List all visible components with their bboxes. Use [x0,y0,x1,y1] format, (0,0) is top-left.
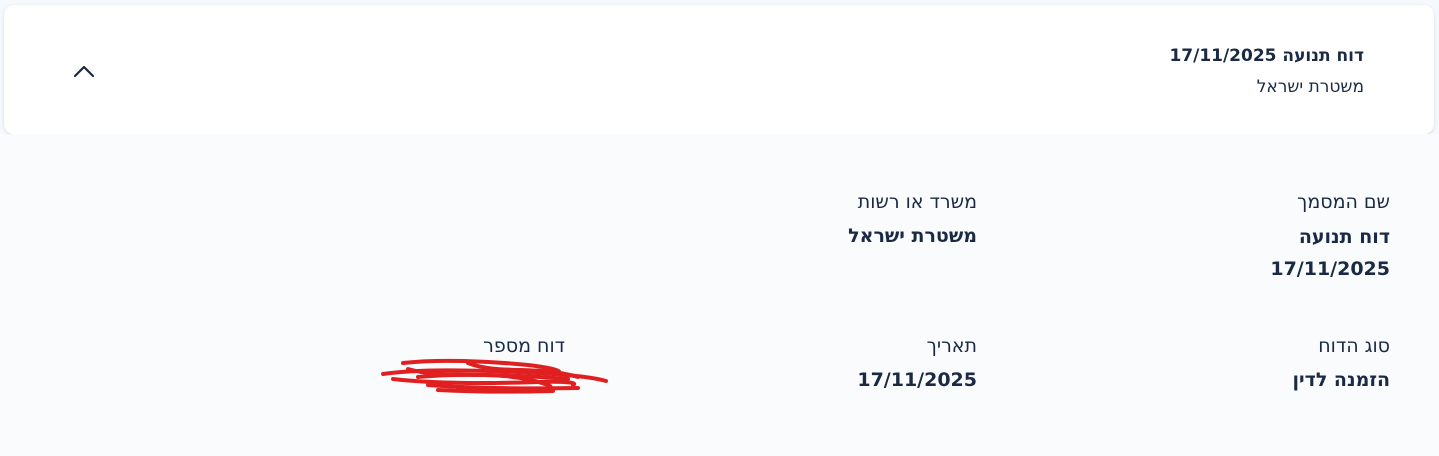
document-subtitle: משטרת ישראל [1256,77,1364,97]
field-label: שם המסמך [1297,191,1390,213]
chevron-up-icon [73,65,95,78]
field-label: תאריך [926,335,977,357]
field-date: תאריך 17/11/2025 [857,335,977,396]
field-label: דוח מספר [483,335,565,357]
field-value: 17/11/2025 [857,369,977,391]
document-details-panel: שם המסמך דוח תנועה 17/11/2025 משרד או רש… [0,134,1439,456]
field-value-line: דוח תנועה [1298,226,1390,248]
field-value-line: 17/11/2025 [1270,258,1390,280]
field-document-name: שם המסמך דוח תנועה 17/11/2025 [1270,191,1390,285]
page: דוח תנועה 17/11/2025 משטרת ישראל שם המסמ… [0,0,1439,456]
collapse-button[interactable] [64,53,104,89]
field-value: דוח תנועה 17/11/2025 [1270,221,1390,285]
document-title: דוח תנועה 17/11/2025 [1169,46,1364,66]
field-value: משטרת ישראל [848,225,977,247]
redaction-scribble [381,358,608,394]
field-value: הזמנה לדין [1292,369,1390,391]
field-office: משרד או רשות משטרת ישראל [848,191,977,252]
field-label: משרד או רשות [857,191,977,213]
field-report-type: סוג הדוח הזמנה לדין [1293,335,1390,396]
field-label: סוג הדוח [1318,335,1390,357]
document-header-card[interactable]: דוח תנועה 17/11/2025 משטרת ישראל [4,5,1434,134]
